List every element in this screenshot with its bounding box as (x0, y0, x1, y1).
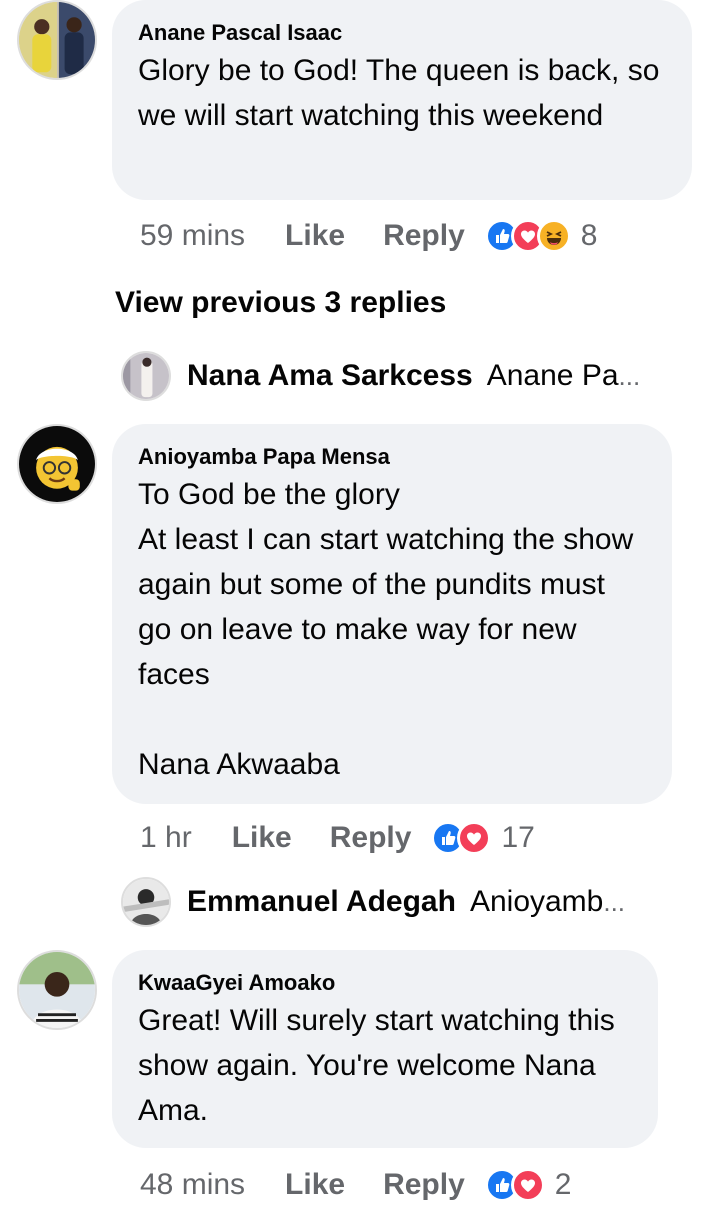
love-icon (510, 1168, 545, 1202)
reactions[interactable] (431, 821, 492, 855)
reply-preview-text: Anane Pa (486, 359, 619, 392)
avatar[interactable] (17, 950, 97, 1030)
avatar[interactable] (121, 877, 171, 927)
reply-button[interactable]: Reply (383, 1168, 465, 1202)
comment-bubble: KwaaGyei Amoako Great! Will surely start… (112, 950, 658, 1148)
comment-bubble: Anane Pascal Isaac Glory be to God! The … (112, 0, 692, 200)
comment-text: Glory be to God! The queen is back, so w… (138, 54, 660, 132)
comment-time[interactable]: 59 mins (140, 219, 245, 253)
view-previous-replies[interactable]: View previous 3 replies (115, 286, 446, 320)
ellipsis: ... (618, 361, 641, 391)
reaction-count[interactable]: 17 (501, 821, 534, 855)
comment-author[interactable]: KwaaGyei Amoako (138, 970, 632, 996)
ellipsis: ... (603, 887, 626, 917)
reactions[interactable] (484, 219, 571, 253)
comment-bubble: Anioyamba Papa Mensa To God be the glory… (112, 424, 672, 804)
comment-meta: 59 mins Like Reply 8 (140, 216, 597, 256)
reply-text-preview: Anane Pa... (487, 359, 640, 393)
reactions[interactable] (484, 1168, 545, 1202)
reply-button[interactable]: Reply (383, 219, 465, 253)
reply-text-preview: Anioyamb... (470, 885, 625, 919)
like-button[interactable]: Like (285, 219, 345, 253)
comment-author[interactable]: Anane Pascal Isaac (138, 20, 666, 46)
comment-author[interactable]: Anioyamba Papa Mensa (138, 444, 646, 470)
comment-time[interactable]: 48 mins (140, 1168, 245, 1202)
reply-preview-text: Anioyamb (469, 885, 604, 918)
reaction-count[interactable]: 2 (555, 1168, 572, 1202)
avatar[interactable] (121, 351, 171, 401)
avatar[interactable] (17, 424, 97, 504)
reply-button[interactable]: Reply (330, 821, 412, 855)
like-button[interactable]: Like (232, 821, 292, 855)
reply-preview[interactable]: Nana Ama Sarkcess Anane Pa... (121, 350, 640, 402)
comment-meta: 48 mins Like Reply 2 (140, 1165, 571, 1205)
love-icon (457, 821, 492, 855)
reaction-count[interactable]: 8 (581, 219, 598, 253)
like-button[interactable]: Like (285, 1168, 345, 1202)
reply-author[interactable]: Emmanuel Adegah (187, 885, 456, 919)
reply-author[interactable]: Nana Ama Sarkcess (187, 359, 473, 393)
comment-time[interactable]: 1 hr (140, 821, 192, 855)
comment-meta: 1 hr Like Reply 17 (140, 818, 535, 858)
avatar[interactable] (17, 0, 97, 80)
comment-text: To God be the glory At least I can start… (138, 478, 634, 781)
haha-icon (536, 219, 571, 253)
comment-text: Great! Will surely start watching this s… (138, 1004, 615, 1127)
reply-preview[interactable]: Emmanuel Adegah Anioyamb... (121, 876, 625, 928)
